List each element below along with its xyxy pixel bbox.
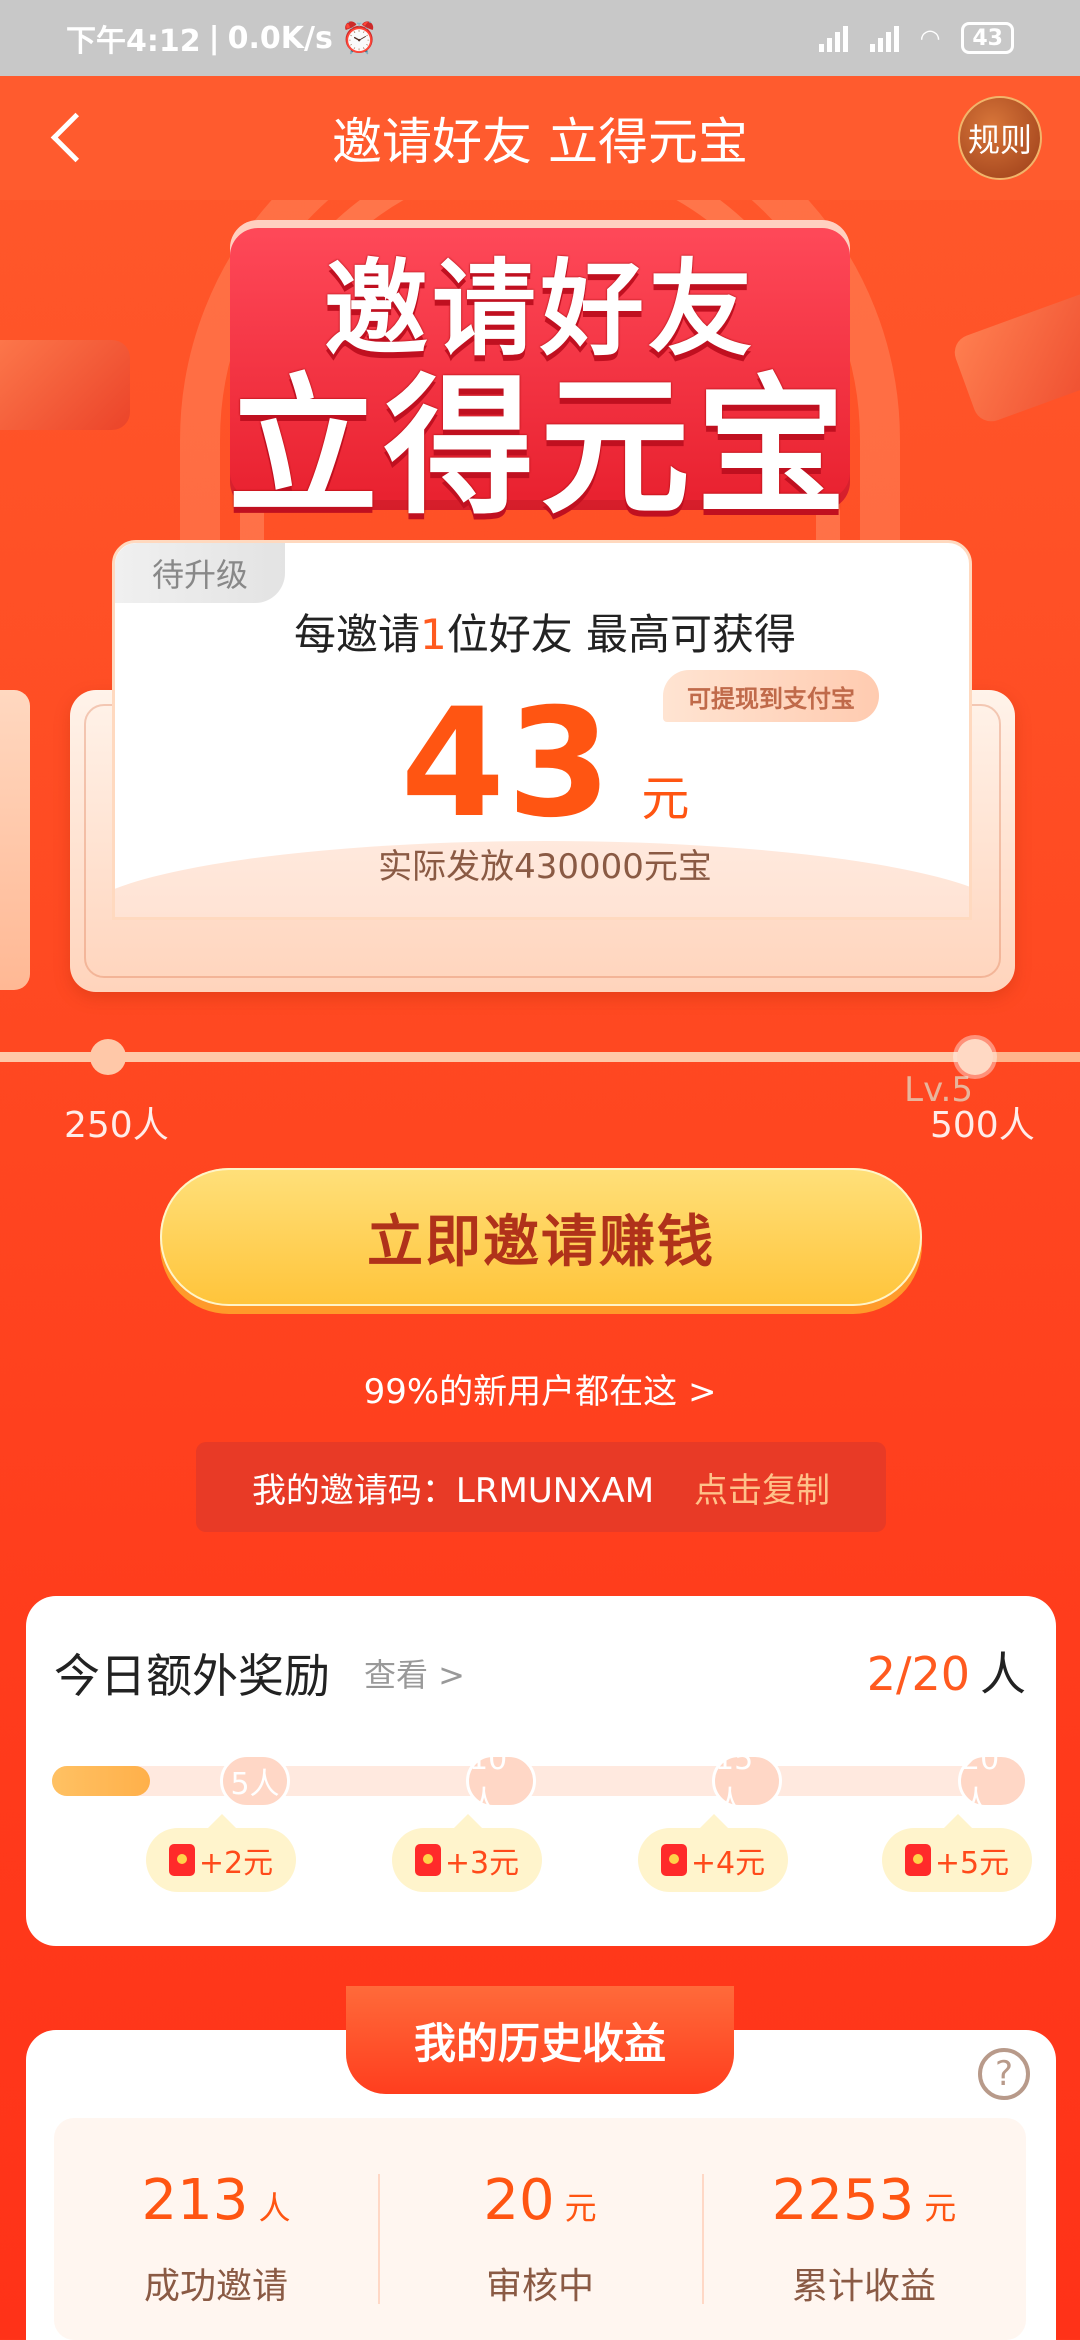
level-right-label: 500人	[930, 1105, 1035, 1146]
milestone-reward: +2元	[146, 1814, 296, 1892]
prev-level-card[interactable]	[0, 690, 30, 990]
bonus-progress-fill	[52, 1766, 150, 1796]
status-left: 下午4:12 | 0.0K/s ⏰	[66, 16, 378, 60]
battery-level: 43	[972, 25, 1003, 51]
stat-reviewing: 20 元 审核中	[378, 2118, 702, 2340]
copy-code-button[interactable]: 点击复制	[694, 1463, 830, 1512]
signal-icon	[818, 24, 848, 52]
hero-title-line2: 立得元宝	[227, 361, 852, 535]
invite-reward-text: 每邀请1位好友 最高可获得	[293, 610, 797, 659]
stat-invited: 213 人 成功邀请	[141, 2168, 291, 2307]
daily-bonus-count: 2/20 人	[866, 1647, 1026, 1701]
signal-hd-icon	[869, 24, 899, 52]
reward-card: 待升级 每邀请1位好友 最高可获得 可提现到支付宝 43 元 实际发放430000…	[112, 540, 972, 920]
status-right: ◠ 43	[818, 22, 1014, 54]
milestone-20: 20人	[958, 1742, 1028, 1820]
daily-bonus-card: 今日额外奖励 查看 > 2/20 人 5人 10人 15人 20人 +2元 +3元…	[26, 1596, 1056, 1946]
rules-button[interactable]: 规则	[958, 96, 1042, 180]
bonus-progress-bar	[52, 1766, 1028, 1796]
status-time: 下午4:12	[66, 24, 201, 59]
level-dot[interactable]	[90, 1039, 126, 1075]
level-left-label: 250人	[64, 1105, 169, 1146]
level-track	[0, 1052, 1080, 1062]
invite-code-box: 我的邀请码：LRMUNXAM 点击复制	[196, 1442, 886, 1532]
milestone-reward: +4元	[638, 1814, 788, 1892]
milestone-10: 10人	[466, 1742, 536, 1820]
battery-icon: 43	[961, 22, 1014, 54]
stat-total-earnings: 2253 元 累计收益	[702, 2118, 1026, 2340]
actual-issue-text: 实际发放430000元宝	[378, 847, 712, 887]
invite-earn-button[interactable]: 立即邀请赚钱	[160, 1168, 922, 1306]
help-icon[interactable]: ?	[978, 2048, 1030, 2100]
page-header: 邀请好友 立得元宝 规则	[0, 76, 1080, 200]
view-bonus-link[interactable]: 查看 >	[364, 1650, 465, 1696]
alarm-icon: ⏰	[340, 20, 379, 56]
red-packet-icon	[660, 1844, 687, 1876]
reward-card-carousel[interactable]: Lv.5 待升级 每邀请1位好友 最高可获得 可提现到支付宝 43 元 实际发放4…	[0, 540, 1080, 1110]
red-packet-icon	[414, 1844, 441, 1876]
history-title: 我的历史收益	[346, 1986, 734, 2094]
network-speed: 0.0K/s	[227, 20, 333, 56]
milestone-5: 5人	[220, 1754, 290, 1808]
history-stats: 213 人 成功邀请 20 元 审核中 2253 元 累计收益	[54, 2118, 1026, 2340]
milestone-15: 15人	[712, 1742, 782, 1820]
wifi-icon: ◠	[920, 24, 940, 52]
red-packet-icon	[168, 1844, 195, 1876]
hero-banner: 邀请好友 立得元宝	[0, 200, 1080, 560]
invite-code-label: 我的邀请码：LRMUNXAM	[251, 1470, 655, 1511]
milestone-reward: +3元	[392, 1814, 542, 1892]
back-button[interactable]	[40, 106, 100, 166]
red-packet-icon	[904, 1844, 931, 1876]
reward-amount: 43 元	[400, 677, 690, 851]
status-bar: 下午4:12 | 0.0K/s ⏰ ◠ 43	[0, 0, 1080, 76]
page-title: 邀请好友 立得元宝	[332, 113, 748, 171]
daily-bonus-title: 今日额外奖励	[54, 1649, 330, 1703]
level-dot-active[interactable]	[957, 1039, 993, 1075]
new-users-link[interactable]: 99%的新用户都在这 >	[0, 1364, 1080, 1413]
milestone-reward: +5元	[882, 1814, 1032, 1892]
status-badge: 待升级	[115, 543, 285, 603]
